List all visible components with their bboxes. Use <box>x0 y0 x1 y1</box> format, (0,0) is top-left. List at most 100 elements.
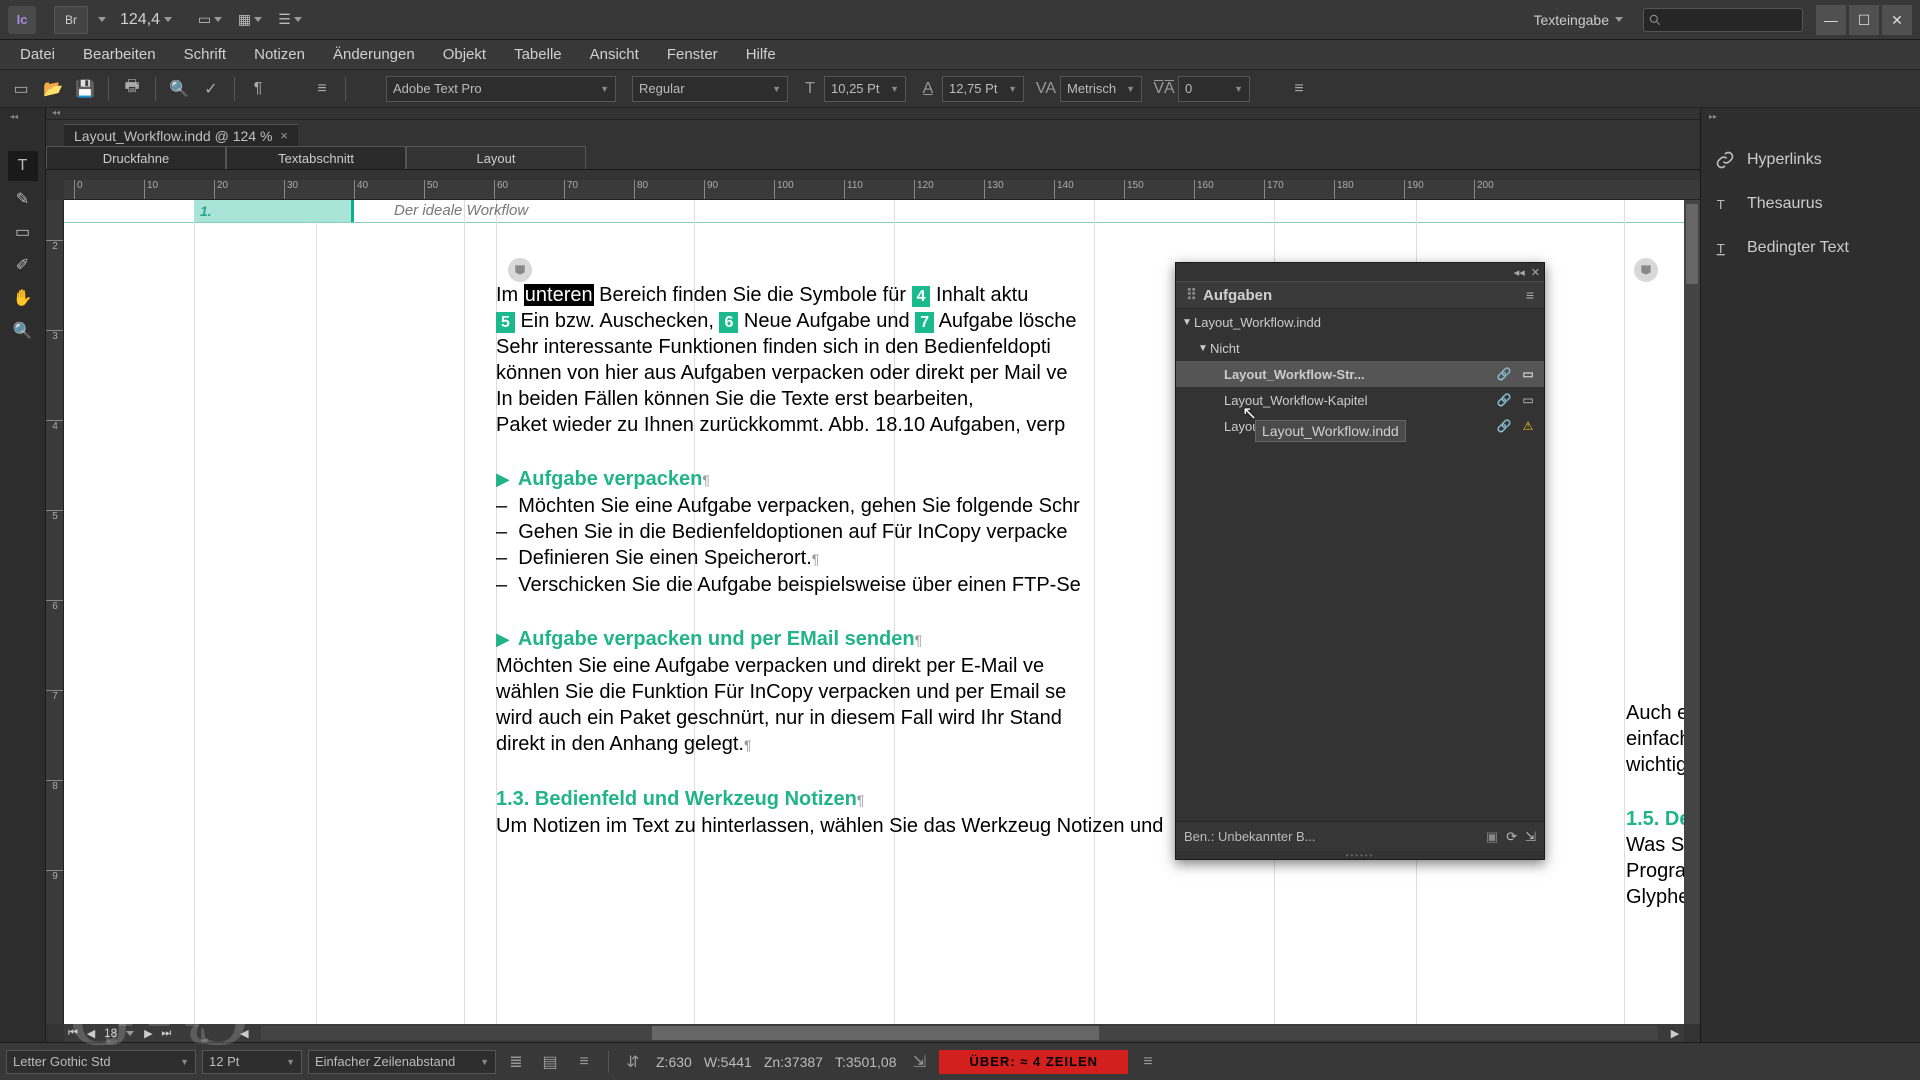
menu-tabelle[interactable]: Tabelle <box>500 42 576 67</box>
tab-druckfahne[interactable]: Druckfahne <box>46 146 226 169</box>
text-frame-right[interactable]: Auch ein V einfach nu wichtig, e 1.5. De… <box>1626 700 1684 910</box>
leading-combo[interactable]: 12,75 Pt▼ <box>942 76 1024 102</box>
tab-textabschnitt[interactable]: Textabschnitt <box>226 146 406 169</box>
find-icon[interactable]: 🔍 <box>164 75 194 103</box>
warning-icon: ⚠ <box>1518 417 1538 435</box>
bridge-icon[interactable]: Br <box>54 6 88 34</box>
note-tool-icon[interactable]: ✎ <box>8 184 38 214</box>
font-family-combo[interactable]: Adobe Text Pro▼ <box>386 76 616 102</box>
justify-left-icon[interactable]: ≣ <box>502 1050 530 1074</box>
view-options-icon[interactable]: ☰ <box>270 6 310 34</box>
text-frame-main[interactable]: Im unteren Bereich finden Sie die Symbol… <box>496 282 1266 839</box>
screen-mode-icon[interactable]: ▭ <box>190 6 230 34</box>
pilcrow-icon[interactable]: ¶ <box>243 75 273 103</box>
tracking-combo[interactable]: 0▼ <box>1178 76 1250 102</box>
toolbar-menu-icon[interactable]: ≡ <box>1284 75 1314 103</box>
overset-icon[interactable]: ⇲ <box>905 1050 933 1074</box>
checkout-icon[interactable]: ⇲ <box>1525 829 1536 845</box>
minimize-button[interactable]: — <box>1816 5 1846 35</box>
scroll-left-icon[interactable]: ◀ <box>235 1024 253 1042</box>
menu-aenderungen[interactable]: Änderungen <box>319 42 429 67</box>
update-icon[interactable]: ▣ <box>1486 829 1498 845</box>
font-size-icon: T <box>798 77 822 101</box>
chevron-down-icon[interactable] <box>164 17 172 22</box>
search-input[interactable] <box>1643 8 1803 32</box>
tree-group[interactable]: ▼ Nicht <box>1176 335 1544 361</box>
new-doc-icon[interactable]: ▭ <box>6 75 36 103</box>
font-size-combo[interactable]: 10,25 Pt▼ <box>824 76 906 102</box>
workspace-switcher[interactable]: Texteingabe <box>1533 12 1623 28</box>
type-tool-icon[interactable]: T <box>8 151 38 181</box>
zoom-tool-icon[interactable]: 🔍 <box>8 316 38 346</box>
spellcheck-icon[interactable]: ✓ <box>196 75 226 103</box>
font-weight-combo[interactable]: Regular▼ <box>632 76 788 102</box>
menu-datei[interactable]: Datei <box>6 42 69 67</box>
horizontal-ruler[interactable]: 0 10 20 30 40 50 60 70 80 90 100 110 120… <box>64 180 1700 200</box>
tree-item[interactable]: Layout_Workflow-Kapitel 🔗▭ <box>1176 387 1544 413</box>
status-menu2-icon[interactable]: ≡ <box>1134 1050 1162 1074</box>
menu-hilfe[interactable]: Hilfe <box>732 42 790 67</box>
disclosure-triangle-icon[interactable]: ▼ <box>1198 343 1210 354</box>
hyperlink-icon <box>1715 150 1735 170</box>
print-icon[interactable]: 🖶 <box>117 75 147 103</box>
panel-resize-grip[interactable]: •••••• <box>1176 851 1544 859</box>
page-anchor-icon <box>1634 258 1658 282</box>
vertical-ruler[interactable]: 2 3 4 5 6 7 8 9 <box>46 200 64 1024</box>
status-menu-icon[interactable]: ≡ <box>570 1050 598 1074</box>
page-dropdown-icon[interactable] <box>121 1024 139 1042</box>
close-icon[interactable]: ✕ <box>1531 266 1540 279</box>
chevron-down-icon[interactable] <box>98 17 106 22</box>
stats-icon[interactable]: ⇵ <box>619 1050 647 1074</box>
justify-full-icon[interactable]: ▤ <box>536 1050 564 1074</box>
stat-t: T:3501,08 <box>835 1054 897 1070</box>
close-icon[interactable]: × <box>280 128 288 143</box>
panel-bedingter-text[interactable]: T Bedingter Text <box>1701 226 1920 270</box>
menu-fenster[interactable]: Fenster <box>653 42 732 67</box>
svg-text:T: T <box>1717 241 1725 256</box>
document-tab[interactable]: Layout_Workflow.indd @ 124 % × <box>64 124 298 146</box>
panel-aufgaben[interactable]: ◂◂ ✕ ⠿ Aufgaben ≡ ▼ Layout_Workflow.indd… <box>1175 262 1545 860</box>
page-number[interactable]: 18 <box>104 1026 117 1040</box>
close-button[interactable]: ✕ <box>1882 5 1912 35</box>
panel-hyperlinks[interactable]: Hyperlinks <box>1701 138 1920 182</box>
tooltip: Layout_Workflow.indd <box>1255 420 1406 442</box>
disclosure-triangle-icon[interactable]: ▼ <box>1182 317 1194 328</box>
menu-schrift[interactable]: Schrift <box>170 42 241 67</box>
save-icon[interactable]: 💾 <box>70 75 100 103</box>
menubar: Datei Bearbeiten Schrift Notizen Änderun… <box>0 40 1920 70</box>
first-page-icon[interactable]: ⏮ <box>64 1024 82 1042</box>
refresh-icon[interactable]: ⟳ <box>1506 829 1517 845</box>
menu-ansicht[interactable]: Ansicht <box>576 42 653 67</box>
prev-page-icon[interactable]: ◀ <box>82 1024 100 1042</box>
next-page-icon[interactable]: ▶ <box>139 1024 157 1042</box>
vertical-scrollbar[interactable] <box>1684 200 1700 1024</box>
arrange-documents-icon[interactable]: ▦ <box>230 6 270 34</box>
menu-notizen[interactable]: Notizen <box>240 42 319 67</box>
kerning-combo[interactable]: Metrisch▼ <box>1060 76 1142 102</box>
position-tool-icon[interactable]: ▭ <box>8 217 38 247</box>
last-page-icon[interactable]: ⏭ <box>157 1024 175 1042</box>
zoom-level[interactable]: 124,4 <box>120 11 172 29</box>
open-icon[interactable]: 📂 <box>38 75 68 103</box>
menu-objekt[interactable]: Objekt <box>429 42 500 67</box>
status-spacing-combo[interactable]: Einfacher Zeilenabstand▼ <box>308 1050 496 1074</box>
tree-root[interactable]: ▼ Layout_Workflow.indd <box>1176 309 1544 335</box>
panel-thesaurus[interactable]: T Thesaurus <box>1701 182 1920 226</box>
maximize-button[interactable]: ☐ <box>1849 5 1879 35</box>
menu-bearbeiten[interactable]: Bearbeiten <box>69 42 170 67</box>
scroll-right-icon[interactable]: ▶ <box>1666 1024 1684 1042</box>
toolbar-chevron-icon[interactable]: ≡ <box>307 75 337 103</box>
tab-layout[interactable]: Layout <box>406 146 586 169</box>
eyedropper-tool-icon[interactable]: ✐ <box>8 250 38 280</box>
assignments-tree[interactable]: ▼ Layout_Workflow.indd ▼ Nicht Layout_Wo… <box>1176 309 1544 821</box>
stat-zn: Zn:37387 <box>764 1054 823 1070</box>
tree-item[interactable]: Layout_Workflow-Str... 🔗▭ <box>1176 361 1544 387</box>
hand-tool-icon[interactable]: ✋ <box>8 283 38 313</box>
status-font-combo[interactable]: Letter Gothic Std▼ <box>6 1050 196 1074</box>
panel-menu-icon[interactable]: ≡ <box>1526 287 1534 303</box>
panel-drag-icon[interactable]: ⠿ <box>1186 286 1195 304</box>
overset-badge[interactable]: ÜBER: ≈ 4 ZEILEN <box>939 1050 1128 1074</box>
horizontal-scrollbar[interactable] <box>261 1026 1658 1040</box>
collapse-icon[interactable]: ◂◂ <box>1514 266 1525 279</box>
status-size-combo[interactable]: 12 Pt▼ <box>202 1050 302 1074</box>
